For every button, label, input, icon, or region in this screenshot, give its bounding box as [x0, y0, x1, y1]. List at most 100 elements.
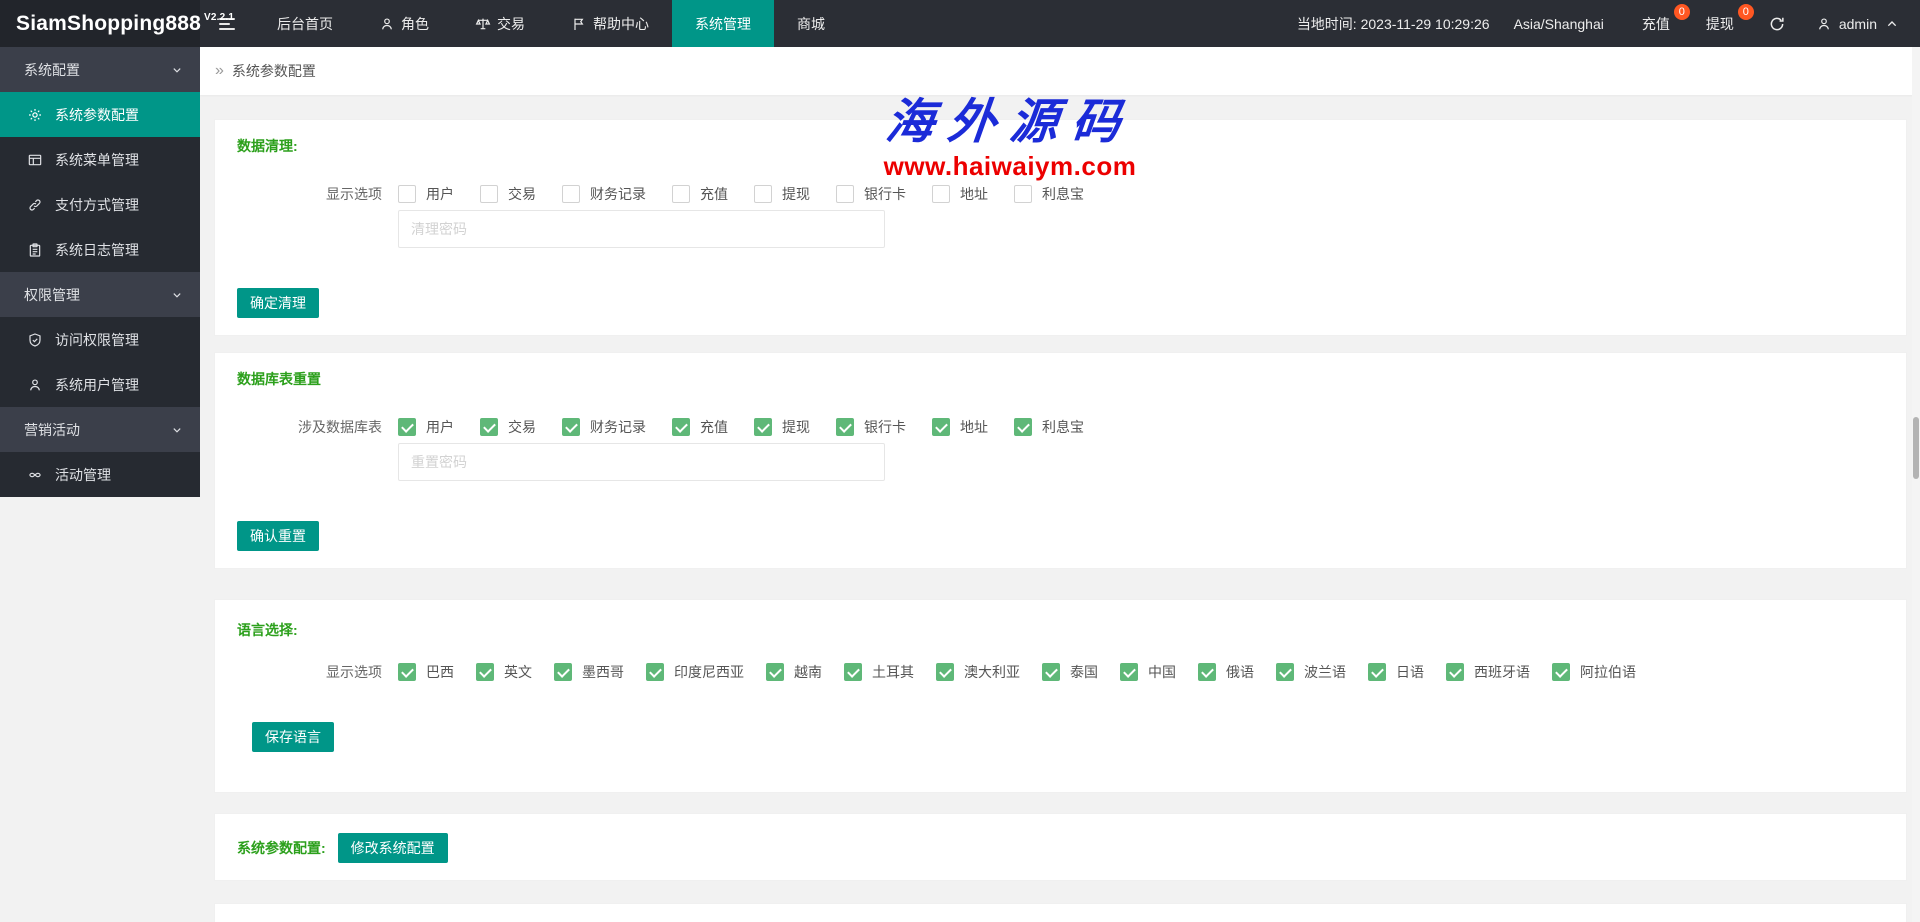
sidebar-item-system-logs[interactable]: 系统日志管理	[0, 227, 200, 272]
app-version: V2.2.1	[204, 12, 234, 23]
sidebar-group-system-config[interactable]: 系统配置	[0, 47, 200, 92]
checkbox[interactable]	[672, 185, 690, 203]
save-language-button[interactable]: 保存语言	[252, 722, 334, 752]
clean-password-input[interactable]	[398, 210, 885, 248]
checkbox-option[interactable]: 用户	[398, 184, 454, 204]
nav-item-roles[interactable]: 角色	[356, 0, 452, 47]
checkbox[interactable]	[1368, 663, 1386, 681]
checkbox-option[interactable]: 俄语	[1198, 662, 1254, 682]
checkbox-option[interactable]: 银行卡	[836, 417, 906, 437]
sidebar-item-access-permissions[interactable]: 访问权限管理	[0, 317, 200, 362]
sidebar-item-payment-methods[interactable]: 支付方式管理	[0, 182, 200, 227]
checkbox[interactable]	[1014, 185, 1032, 203]
checkbox-option[interactable]: 地址	[932, 417, 988, 437]
data-clean-checkbox-group: 用户 交易 财务记录 充值 提现	[398, 184, 1084, 204]
sidebar-item-system-users[interactable]: 系统用户管理	[0, 362, 200, 407]
checkbox-option[interactable]: 越南	[766, 662, 822, 682]
checkbox[interactable]	[562, 185, 580, 203]
checkbox-option[interactable]: 充值	[672, 417, 728, 437]
app-logo[interactable]: SiamShopping888V2.2.1	[0, 0, 200, 47]
checkbox-option[interactable]: 西班牙语	[1446, 662, 1530, 682]
checkbox[interactable]	[480, 185, 498, 203]
checkbox[interactable]	[1198, 663, 1216, 681]
timezone-label: Asia/Shanghai	[1502, 0, 1624, 47]
checkbox-option[interactable]: 日语	[1368, 662, 1424, 682]
checkbox-option[interactable]: 充值	[672, 184, 728, 204]
checkbox-option[interactable]: 交易	[480, 417, 536, 437]
checkbox[interactable]	[646, 663, 664, 681]
checkbox[interactable]	[932, 418, 950, 436]
user-icon	[1816, 16, 1832, 32]
panel-timezone-config: 系统时区配置: 当前时区: Asia/Shanghai 请选择 修改系统时区	[214, 903, 1907, 922]
checkbox[interactable]	[398, 663, 416, 681]
panel-system-config: 系统参数配置: 修改系统配置	[214, 813, 1907, 881]
recharge-button[interactable]: 充值 0	[1624, 0, 1688, 47]
sidebar-item-system-menu[interactable]: 系统菜单管理	[0, 137, 200, 182]
checkbox-option[interactable]: 用户	[398, 417, 454, 437]
checkbox[interactable]	[1014, 418, 1032, 436]
nav-item-home[interactable]: 后台首页	[254, 0, 356, 47]
modify-system-config-button[interactable]: 修改系统配置	[338, 833, 448, 863]
checkbox-option[interactable]: 交易	[480, 184, 536, 204]
checkbox-option[interactable]: 利息宝	[1014, 417, 1084, 437]
checkbox[interactable]	[554, 663, 572, 681]
checkbox-option[interactable]: 波兰语	[1276, 662, 1346, 682]
sidebar-item-activity-management[interactable]: 活动管理	[0, 452, 200, 497]
admin-user-menu[interactable]: admin	[1802, 0, 1920, 47]
sidebar-group-marketing[interactable]: 营销活动	[0, 407, 200, 452]
checkbox-option[interactable]: 提现	[754, 417, 810, 437]
nav-item-mall[interactable]: 商城	[774, 0, 848, 47]
checkbox[interactable]	[398, 418, 416, 436]
refresh-button[interactable]	[1752, 0, 1802, 47]
checkbox[interactable]	[936, 663, 954, 681]
checkbox-option[interactable]: 财务记录	[562, 184, 646, 204]
panel-title: 数据清理:	[237, 136, 1884, 156]
checkbox-option[interactable]: 泰国	[1042, 662, 1098, 682]
checkbox-option[interactable]: 利息宝	[1014, 184, 1084, 204]
checkbox-option[interactable]: 提现	[754, 184, 810, 204]
checkbox[interactable]	[1446, 663, 1464, 681]
checkbox-option[interactable]: 英文	[476, 662, 532, 682]
checkbox[interactable]	[836, 185, 854, 203]
nav-item-trade[interactable]: 交易	[452, 0, 548, 47]
checkbox[interactable]	[1276, 663, 1294, 681]
row-label: 涉及数据库表	[237, 417, 382, 437]
reset-password-input[interactable]	[398, 443, 885, 481]
breadcrumb: » 系统参数配置	[200, 47, 1920, 95]
checkbox-option[interactable]: 土耳其	[844, 662, 914, 682]
link-icon	[27, 197, 43, 213]
checkbox[interactable]	[562, 418, 580, 436]
confirm-reset-button[interactable]: 确认重置	[237, 521, 319, 551]
checkbox[interactable]	[1042, 663, 1060, 681]
checkbox-option[interactable]: 巴西	[398, 662, 454, 682]
checkbox-option[interactable]: 中国	[1120, 662, 1176, 682]
checkbox[interactable]	[766, 663, 784, 681]
checkbox[interactable]	[1120, 663, 1138, 681]
checkbox[interactable]	[932, 185, 950, 203]
checkbox-option[interactable]: 财务记录	[562, 417, 646, 437]
checkbox-option[interactable]: 墨西哥	[554, 662, 624, 682]
sidebar-item-system-params[interactable]: 系统参数配置	[0, 92, 200, 137]
chevron-down-icon	[170, 63, 184, 77]
nav-item-help-center[interactable]: 帮助中心	[548, 0, 672, 47]
checkbox[interactable]	[844, 663, 862, 681]
checkbox[interactable]	[754, 185, 772, 203]
checkbox[interactable]	[672, 418, 690, 436]
checkbox[interactable]	[1552, 663, 1570, 681]
scrollbar-thumb[interactable]	[1913, 417, 1919, 479]
checkbox[interactable]	[398, 185, 416, 203]
checkbox-option[interactable]: 印度尼西亚	[646, 662, 744, 682]
withdraw-button[interactable]: 提现 0	[1688, 0, 1752, 47]
checkbox[interactable]	[480, 418, 498, 436]
checkbox-option[interactable]: 银行卡	[836, 184, 906, 204]
checkbox[interactable]	[836, 418, 854, 436]
checkbox[interactable]	[476, 663, 494, 681]
checkbox[interactable]	[754, 418, 772, 436]
sidebar-collapse-button[interactable]	[200, 0, 254, 47]
sidebar-group-permissions[interactable]: 权限管理	[0, 272, 200, 317]
nav-item-system-management[interactable]: 系统管理	[672, 0, 774, 47]
checkbox-option[interactable]: 澳大利亚	[936, 662, 1020, 682]
checkbox-option[interactable]: 地址	[932, 184, 988, 204]
checkbox-option[interactable]: 阿拉伯语	[1552, 662, 1636, 682]
confirm-clean-button[interactable]: 确定清理	[237, 288, 319, 318]
